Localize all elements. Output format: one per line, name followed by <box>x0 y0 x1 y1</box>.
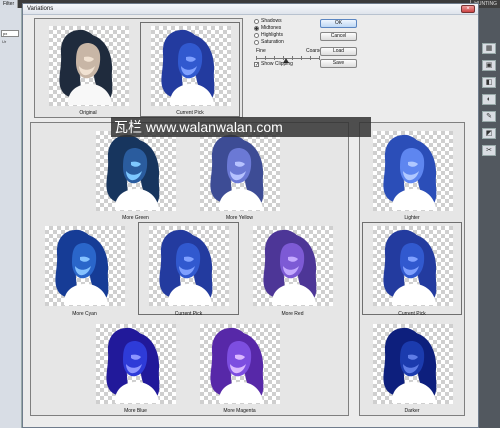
variations-dialog: Variations × Original Current Pick Shado… <box>22 3 479 428</box>
more-red-caption: More Red <box>281 311 304 317</box>
watermark-banner: 瓦栏 www.walanwalan.com <box>111 117 371 137</box>
radio-saturation-dot <box>254 40 259 45</box>
lighter-thumbnail[interactable] <box>362 127 462 220</box>
radio-saturation-label: Saturation <box>261 39 284 45</box>
portrait-image <box>96 131 168 210</box>
panel-icon-channels[interactable]: ◩ <box>482 128 496 139</box>
unit-field[interactable]: px <box>1 30 19 37</box>
portrait-image <box>149 226 221 305</box>
darker-thumbnail[interactable] <box>362 320 462 413</box>
more-magenta-thumbnail[interactable] <box>189 320 290 413</box>
variations-grid-panel: More Green More Yellow More Cyan Current… <box>30 122 349 416</box>
more-blue-thumbnail[interactable] <box>85 320 186 413</box>
darker-caption: Darker <box>404 408 420 414</box>
save-button[interactable]: Save <box>320 59 357 68</box>
lighter-caption: Lighter <box>404 215 420 221</box>
radio-shadows-dot <box>254 19 259 24</box>
more-green-thumbnail[interactable] <box>85 127 186 220</box>
radio-midtones-label: Midtones <box>261 25 282 31</box>
radio-midtones[interactable]: Midtones <box>254 25 281 32</box>
current-pick-caption: Current Pick <box>176 110 204 116</box>
radio-saturation[interactable]: Saturation <box>254 39 284 46</box>
portrait-image <box>373 131 445 210</box>
ok-button[interactable]: OK <box>320 19 357 28</box>
more-yellow-caption: More Yellow <box>226 215 253 221</box>
portrait-image <box>49 26 121 105</box>
radio-shadows-label: Shadows <box>261 18 282 24</box>
portrait-image <box>253 226 325 305</box>
panel-icon-adjustments[interactable]: ◐ <box>482 94 496 105</box>
portrait-image <box>45 226 117 305</box>
original-current-panel: Original Current Pick <box>34 18 243 118</box>
more-cyan-caption: More Cyan <box>72 311 97 317</box>
portrait-image <box>200 131 272 210</box>
filter-menu[interactable]: Filter <box>0 0 19 8</box>
current-pick-center-thumbnail[interactable] <box>138 222 239 315</box>
slider-tick <box>256 56 257 60</box>
slider-tick <box>292 56 293 60</box>
document-tab[interactable]: Ur <box>2 39 6 44</box>
close-button[interactable]: × <box>461 5 475 13</box>
portrait-image <box>96 324 168 403</box>
options-bar: px Ur <box>0 8 22 428</box>
show-clipping-check-icon: ✓ <box>254 62 260 68</box>
more-blue-caption: More Blue <box>124 408 147 414</box>
original-thumbnail[interactable] <box>38 22 138 117</box>
slider-tick <box>274 56 275 60</box>
panel-icon-brush[interactable]: ✎ <box>482 111 496 122</box>
more-cyan-thumbnail[interactable] <box>34 222 135 315</box>
current-pick-brightness-caption: Current Pick <box>398 311 426 317</box>
brightness-panel: Lighter Current Pick Darker <box>359 122 465 416</box>
panel-icon-swatches[interactable]: ◧ <box>482 77 496 88</box>
dialog-title: Variations <box>27 6 54 12</box>
slider-tick <box>310 56 311 60</box>
portrait-image <box>151 26 223 105</box>
panel-icon-color[interactable]: ▣ <box>482 60 496 71</box>
portrait-image <box>373 324 445 403</box>
load-button[interactable]: Load <box>320 47 357 56</box>
panel-icon-layers[interactable]: ▦ <box>482 43 496 54</box>
more-green-caption: More Green <box>122 215 149 221</box>
show-clipping-checkbox[interactable]: ✓ Show Clipping <box>254 61 293 68</box>
radio-midtones-dot <box>254 26 259 31</box>
more-red-thumbnail[interactable] <box>242 222 343 315</box>
radio-highlights[interactable]: Highlights <box>254 32 283 39</box>
radio-shadows[interactable]: Shadows <box>254 18 282 25</box>
current-pick-brightness-thumbnail[interactable] <box>362 222 462 315</box>
dialog-titlebar: Variations × <box>23 4 478 15</box>
right-panel-dock: ▦ ▣ ◧ ◐ ✎ ◩ ✂ <box>479 8 500 428</box>
portrait-image <box>373 226 445 305</box>
portrait-image <box>200 324 272 403</box>
original-caption: Original <box>79 110 97 116</box>
radio-highlights-dot <box>254 33 259 38</box>
slider-tick <box>265 56 266 60</box>
panel-icon-paths[interactable]: ✂ <box>482 145 496 156</box>
current-pick-center-caption: Current Pick <box>174 311 203 317</box>
slider-tick <box>301 56 302 60</box>
show-clipping-label: Show Clipping <box>261 61 293 67</box>
more-yellow-thumbnail[interactable] <box>189 127 290 220</box>
radio-highlights-label: Highlights <box>261 32 283 38</box>
cancel-button[interactable]: Cancel <box>320 32 357 41</box>
more-magenta-caption: More Magenta <box>223 408 256 414</box>
current-pick-thumbnail[interactable] <box>140 22 240 117</box>
coarseness-slider[interactable] <box>256 56 320 63</box>
fine-label: Fine <box>256 48 266 54</box>
